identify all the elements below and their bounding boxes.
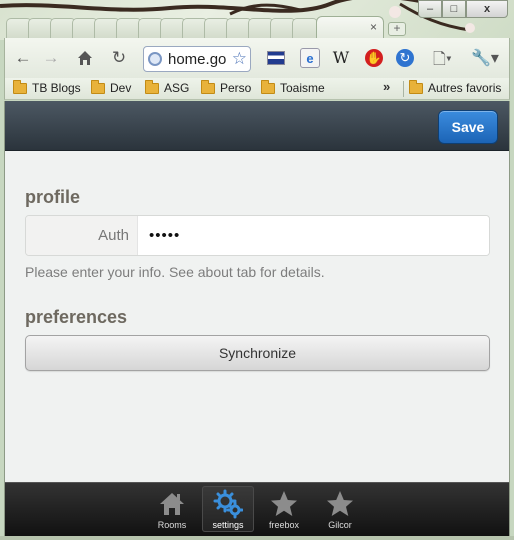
browser-title-bar: × + – □ x (0, 0, 514, 40)
sync-extension-icon[interactable]: ↻ (396, 49, 414, 67)
globe-icon (148, 52, 162, 66)
bookmark-label: Toaisme (280, 81, 325, 95)
app-header: Save (5, 101, 509, 151)
folder-icon (201, 79, 215, 94)
bookmark-star-icon[interactable]: ☆ (230, 49, 247, 69)
star-icon (327, 491, 353, 516)
wrench-menu-icon[interactable]: 🔧▾ (471, 48, 499, 68)
tab-strip: × (6, 16, 386, 38)
tab-label: Gilcor (328, 520, 352, 530)
forward-arrow-icon[interactable]: → (39, 47, 63, 69)
folder-icon (13, 79, 27, 94)
ie-tab-extension-icon[interactable]: e (300, 48, 320, 68)
home-icon (160, 493, 184, 515)
folder-icon (261, 79, 275, 94)
reload-icon[interactable]: ↻ (107, 47, 131, 69)
stop-extension-icon[interactable]: ✋ (365, 49, 383, 67)
tab-label: settings (212, 520, 244, 530)
page-menu-icon[interactable]: 🗋▾ (433, 48, 452, 75)
star-icon (271, 491, 297, 516)
bookmark-folder[interactable]: TB Blogs (13, 79, 81, 95)
tab-settings[interactable]: settings (202, 486, 254, 532)
bottom-tab-bar: Rooms settings freebox Gilcor (5, 482, 509, 536)
bookmark-folder[interactable]: ASG (145, 79, 190, 95)
window-bottom-border (0, 536, 514, 540)
tab-gilcor[interactable]: Gilcor (314, 486, 366, 532)
auth-password-input[interactable] (139, 216, 489, 255)
browser-tab[interactable] (292, 18, 318, 38)
bookmark-folder[interactable]: Dev (91, 79, 132, 95)
bookmarks-bar: TB Blogs Dev ASG Perso Toaisme » Autres … (4, 78, 510, 100)
active-browser-tab[interactable]: × (316, 16, 384, 38)
auth-label: Auth (26, 216, 138, 255)
bookmark-label: Dev (110, 81, 132, 95)
bookmark-label: Autres favoris (428, 81, 502, 95)
bookmark-folder[interactable]: Perso (201, 79, 252, 95)
bookmark-label: Perso (220, 81, 252, 95)
tab-close-icon[interactable]: × (370, 20, 377, 34)
minimize-button[interactable]: – (418, 0, 442, 18)
tab-label: freebox (268, 520, 300, 530)
bookmark-label: TB Blogs (32, 81, 81, 95)
save-button[interactable]: Save (438, 110, 498, 144)
folder-icon (91, 79, 105, 94)
window-controls: – □ x (418, 0, 508, 18)
app-viewport: Save profile Auth Please enter your info… (4, 101, 510, 536)
synchronize-button[interactable]: Synchronize (25, 335, 490, 371)
gears-icon (213, 489, 243, 519)
new-tab-button[interactable]: + (388, 22, 406, 36)
profile-section-title: profile (25, 187, 81, 207)
browser-toolbar: ← → ↻ home.go ☆ e W ✋ ↻ 🗋▾ 🔧▾ (4, 38, 510, 78)
flag-extension-icon[interactable] (267, 51, 285, 65)
tab-rooms[interactable]: Rooms (146, 486, 198, 532)
maximize-button[interactable]: □ (442, 0, 466, 18)
close-window-button[interactable]: x (466, 0, 508, 18)
bookmarks-overflow-chevron[interactable]: » (383, 79, 390, 94)
preferences-section-title: preferences (25, 307, 128, 327)
bookmark-folder[interactable]: Toaisme (261, 79, 325, 95)
bookmark-label: ASG (164, 81, 190, 95)
address-text[interactable]: home.go (168, 51, 226, 68)
profile-help-text: Please enter your info. See about tab fo… (25, 264, 325, 280)
folder-icon (145, 79, 159, 94)
home-icon[interactable] (73, 47, 97, 69)
other-bookmarks-folder[interactable]: Autres favoris (409, 79, 502, 95)
wikipedia-extension-icon[interactable]: W (331, 48, 351, 68)
folder-icon (409, 79, 423, 94)
back-arrow-icon[interactable]: ← (11, 47, 35, 69)
address-bar[interactable]: home.go ☆ (143, 46, 251, 72)
tab-label: Rooms (157, 520, 187, 530)
tab-freebox[interactable]: freebox (258, 486, 310, 532)
bookmarks-divider (403, 81, 404, 97)
auth-field-row: Auth (25, 215, 490, 256)
